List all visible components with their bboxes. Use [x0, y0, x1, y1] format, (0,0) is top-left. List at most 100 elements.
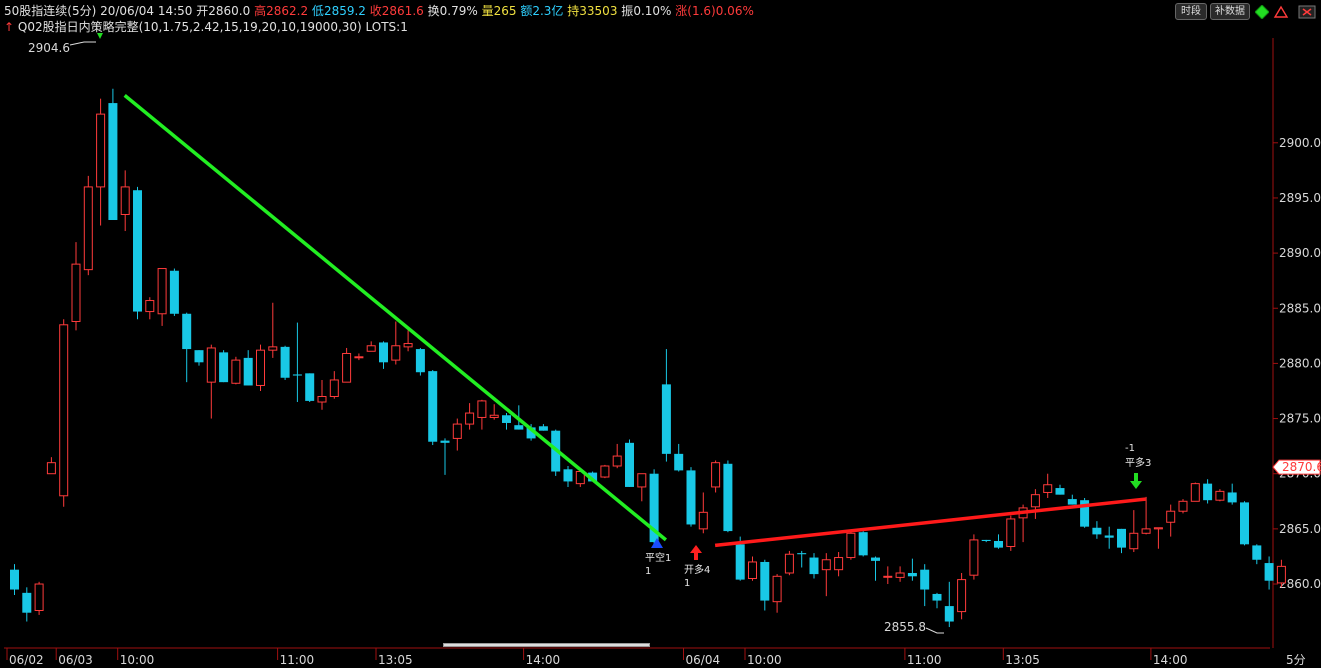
candle-body-up	[748, 561, 757, 580]
candle-body-up	[96, 113, 106, 188]
candle-body-down	[379, 342, 388, 363]
candle-body-down	[1252, 545, 1262, 560]
candle-body-down	[502, 415, 511, 423]
candle-body-up	[1030, 494, 1040, 508]
candle-body-down	[686, 470, 696, 525]
candle-body-up	[83, 186, 93, 271]
candle-body-down	[1227, 492, 1237, 503]
candle-body-down	[194, 350, 204, 363]
y-tick-label: 2865.0	[1279, 522, 1321, 536]
candle-body-down	[1240, 502, 1249, 545]
green-down-arrow-icon	[1130, 473, 1142, 489]
signal-short-close-label: 平空1	[645, 551, 671, 564]
candle-body-down	[305, 373, 315, 401]
candle-body-down	[1092, 527, 1102, 535]
candle-body-down	[994, 541, 1003, 548]
x-tick-label: 06/02	[9, 653, 44, 667]
signal-long-close-qty: -1	[1125, 443, 1135, 454]
candle-body-down	[920, 569, 930, 590]
candle-body-up	[256, 349, 265, 386]
candle-body-up	[1153, 527, 1163, 530]
candle-body-up	[1166, 510, 1176, 523]
candle-body-up	[477, 400, 487, 418]
candle-body-down	[243, 357, 253, 386]
candle-body-down	[1203, 483, 1213, 501]
candle-body-down	[1264, 563, 1274, 581]
x-tick-label: 10:00	[120, 653, 155, 667]
candle-body-up	[1006, 518, 1016, 548]
current-price-label: 2870.6	[1282, 460, 1321, 474]
candle-body-up	[821, 559, 831, 571]
x-tick-label: 14:00	[526, 653, 561, 667]
candle-body-down	[661, 384, 671, 454]
candle-body-down	[292, 374, 302, 376]
candle-body-up	[354, 356, 364, 359]
y-tick-label: 2890.0	[1279, 246, 1321, 260]
candle-body-down	[625, 442, 634, 487]
candle-body-up	[46, 462, 56, 475]
x-tick-label: 10:00	[747, 653, 782, 667]
candle-body-down	[809, 557, 819, 575]
signal-long-open-qty: 1	[684, 578, 690, 589]
candle-body-down	[797, 553, 807, 555]
candle-body-up	[366, 345, 376, 352]
candle-body-up	[612, 455, 622, 467]
candle-body-down	[944, 606, 954, 622]
candle-body-down	[280, 346, 290, 378]
candle-body-up	[391, 345, 401, 361]
candle-body-down	[108, 103, 118, 221]
y-tick-label: 2900.0	[1279, 136, 1321, 150]
candle-body-down	[22, 592, 32, 613]
candle-body-up	[1190, 483, 1200, 502]
candle-body-up	[969, 539, 979, 576]
red-up-arrow-icon	[690, 545, 702, 560]
y-tick-label: 2885.0	[1279, 301, 1321, 315]
signal-long-close-label: 平多3	[1125, 456, 1151, 469]
candle-body-down	[871, 557, 880, 561]
x-tick-label: 06/03	[58, 653, 93, 667]
candle-body-up	[895, 572, 905, 578]
candle-body-down	[981, 539, 991, 542]
x-tick-label: 11:00	[280, 653, 315, 667]
candle-body-up	[637, 473, 647, 488]
candle-body-up	[1215, 490, 1225, 501]
candle-body-up	[145, 300, 155, 313]
candle-body-up	[883, 575, 893, 578]
candle-body-down	[735, 544, 745, 580]
signal-long-open-label: 开多4	[684, 563, 710, 576]
candle-body-up	[465, 412, 475, 425]
candle-body-up	[157, 268, 167, 315]
candle-body-up	[34, 583, 44, 611]
candle-body-up	[329, 379, 339, 397]
x-tick-label: 06/04	[686, 653, 721, 667]
candle-body-down	[428, 371, 438, 442]
candle-body-up	[71, 263, 81, 322]
candle-body-down	[440, 440, 450, 443]
y-tick-label: 2895.0	[1279, 191, 1321, 205]
candle-body-up	[403, 343, 413, 348]
candle-body-up	[834, 557, 844, 571]
x-tick-label: 14:00	[1153, 653, 1188, 667]
horizontal-scrollbar[interactable]	[443, 643, 650, 647]
candle-body-up	[1129, 532, 1139, 550]
candle-body-up	[1141, 528, 1151, 534]
candle-body-up	[342, 352, 352, 383]
candle-body-down	[760, 561, 770, 601]
period-label: 5分	[1286, 653, 1306, 667]
candle-body-up	[1178, 500, 1188, 512]
candle-body-up	[772, 575, 782, 603]
candle-body-up	[206, 347, 216, 383]
candle-body-down	[133, 190, 142, 312]
high-leader-line	[69, 41, 96, 46]
candle-body-down	[169, 270, 179, 314]
candle-body-down	[723, 463, 733, 532]
candle-body-down	[907, 572, 917, 577]
candle-body-up	[120, 186, 130, 215]
candle-body-up	[59, 324, 69, 497]
x-tick-label: 11:00	[907, 653, 942, 667]
candle-body-down	[538, 426, 548, 431]
candle-body-down	[858, 532, 868, 556]
candle-body-up	[846, 532, 856, 559]
candle-body-up	[957, 579, 967, 613]
candle-body-down	[932, 593, 942, 601]
